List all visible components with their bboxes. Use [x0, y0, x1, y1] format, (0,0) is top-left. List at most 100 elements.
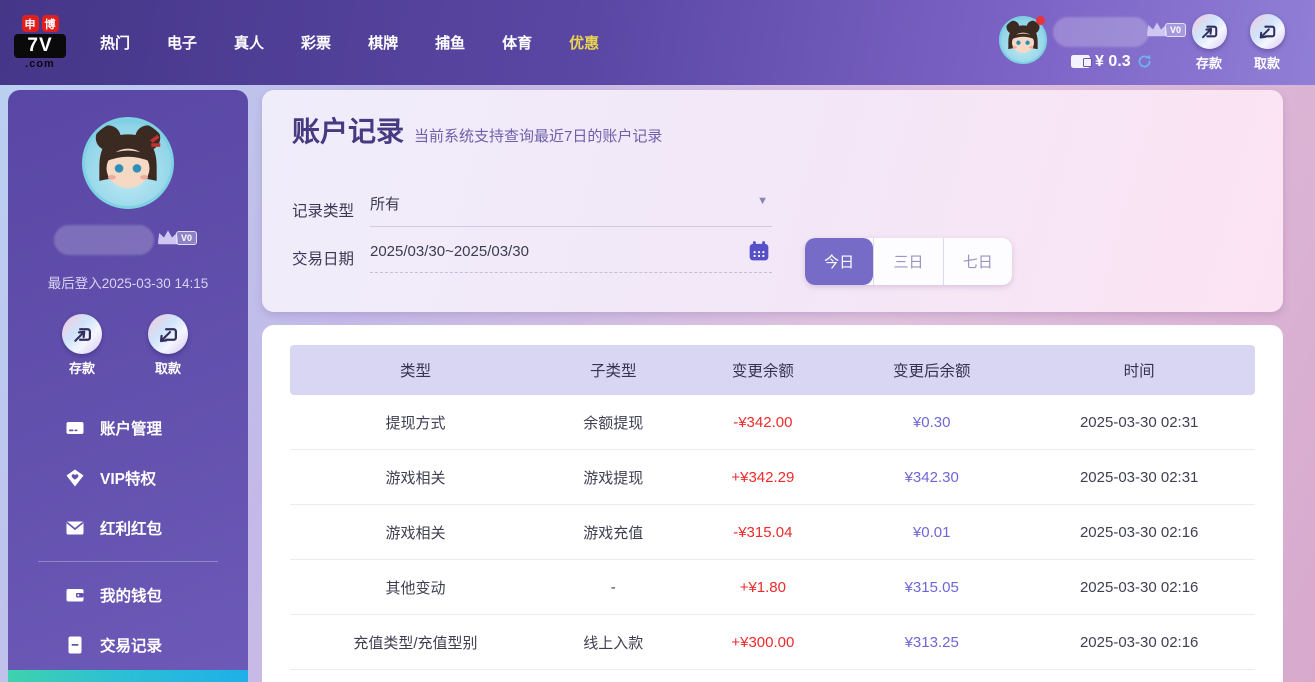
- record-type-value: 所有: [370, 196, 401, 213]
- table-row: 游戏相关 游戏充值 -¥315.04 ¥0.01 2025-03-30 02:1…: [290, 505, 1255, 560]
- withdraw-label: 取款: [1253, 55, 1280, 71]
- column-header-change: 变更余额: [731, 363, 794, 380]
- sidebar-user-info: V0: [8, 223, 248, 263]
- sidebar-avatar[interactable]: [82, 117, 174, 209]
- cell-time: 2025-03-30 02:16: [1079, 523, 1199, 541]
- cell-type: 游戏相关: [385, 469, 446, 487]
- page-header: 账户记录 当前系统支持查询最近7日的账户记录: [262, 90, 1283, 150]
- refresh-icon[interactable]: [1136, 53, 1153, 70]
- sidebar-item-account-management[interactable]: 账户管理: [8, 403, 248, 453]
- date-range-label: 交易日期: [292, 251, 355, 268]
- nav-item-sports[interactable]: 体育: [502, 32, 532, 53]
- record-type-row: 记录类型 所有 ▼: [292, 193, 772, 227]
- table-row: 充值类型/充值型别 线上入款 +¥300.00 ¥313.25 2025-03-…: [290, 615, 1255, 670]
- vip-level: V0: [156, 229, 198, 245]
- sidebar-item-label: 账户管理: [100, 421, 163, 438]
- document-icon: [65, 635, 85, 655]
- sidebar: V0 最后登入2025-03-30 14:15 存款 取款 账户管理 VIP特权…: [8, 90, 248, 682]
- cell-subtype: 游戏提现: [583, 469, 644, 487]
- deposit-button[interactable]: 存款: [1183, 13, 1235, 72]
- cell-type: 提现方式: [385, 414, 446, 432]
- table-header-row: 类型 子类型 变更余额 变更后余额 时间: [290, 345, 1255, 395]
- cell-time: 2025-03-30 02:16: [1079, 578, 1199, 596]
- wallet-icon: [65, 585, 85, 605]
- date-range-row: 交易日期 2025/03/30~2025/03/30: [292, 240, 772, 273]
- sidebar-item-account-records[interactable]: 账户记录: [8, 670, 248, 682]
- cell-after-amount: ¥315.05: [904, 578, 959, 596]
- withdraw-label: 取款: [154, 361, 181, 376]
- deposit-icon: [62, 314, 102, 354]
- table-row: 其他变动 - +¥1.80 ¥315.05 2025-03-30 02:16: [290, 560, 1255, 615]
- table-row: 游戏相关 游戏提现 +¥342.29 ¥342.30 2025-03-30 02…: [290, 450, 1255, 505]
- date-range-input[interactable]: 2025/03/30~2025/03/30: [370, 240, 772, 273]
- nav-item-hot[interactable]: 热门: [100, 32, 130, 53]
- column-header-after: 变更后余额: [892, 363, 971, 380]
- cell-time: 2025-03-30 02:16: [1079, 633, 1199, 651]
- username-blurred: [54, 225, 154, 255]
- balance-row: ¥ 0.3: [1071, 53, 1153, 71]
- sidebar-item-bonus[interactable]: 红利红包: [8, 503, 248, 553]
- last-login-text: 最后登入2025-03-30 14:15: [47, 276, 209, 291]
- withdraw-button[interactable]: 取款: [142, 314, 194, 377]
- wallet-icon: [1071, 55, 1092, 68]
- nav-item-live[interactable]: 真人: [234, 32, 264, 53]
- column-header-time: 时间: [1123, 363, 1155, 380]
- envelope-icon: [65, 518, 85, 538]
- record-type-select[interactable]: 所有 ▼: [370, 193, 772, 227]
- sidebar-item-label: 我的钱包: [100, 588, 163, 605]
- records-table-panel: 类型 子类型 变更余额 变更后余额 时间 提现方式 余额提现 -¥342.00 …: [262, 325, 1283, 682]
- page-title: 账户记录: [292, 116, 405, 147]
- sidebar-quick-actions: 存款 取款: [8, 314, 248, 377]
- sidebar-menu: 账户管理 VIP特权 红利红包 我的钱包 交易记录: [8, 403, 248, 682]
- cell-type: 其他变动: [385, 579, 446, 597]
- avatar-illustration: [95, 125, 161, 189]
- sidebar-item-transaction-records[interactable]: 交易记录: [8, 620, 248, 670]
- cell-subtype: 余额提现: [583, 414, 644, 432]
- sidebar-item-label: 交易记录: [100, 638, 163, 655]
- nav-item-poker[interactable]: 棋牌: [368, 32, 398, 53]
- vip-level: V0: [1145, 21, 1187, 37]
- record-type-label: 记录类型: [292, 203, 355, 220]
- range-button-7days[interactable]: 七日: [942, 238, 1012, 285]
- records-table: 类型 子类型 变更余额 变更后余额 时间 提现方式 余额提现 -¥342.00 …: [290, 345, 1255, 670]
- sidebar-item-wallet[interactable]: 我的钱包: [8, 570, 248, 620]
- user-avatar[interactable]: [999, 15, 1047, 64]
- column-header-subtype: 子类型: [590, 363, 637, 380]
- page-subtitle: 当前系统支持查询最近7日的账户记录: [414, 128, 663, 145]
- nav-item-slots[interactable]: 电子: [167, 32, 197, 53]
- brand-logo[interactable]: 申 博 7V .com: [14, 15, 66, 70]
- brand-badge-2: 博: [41, 15, 59, 32]
- brand-badges: 申 博: [14, 15, 66, 32]
- cell-change-amount: -¥342.00: [733, 413, 793, 431]
- nav-item-lottery[interactable]: 彩票: [301, 32, 331, 53]
- withdraw-icon: [1249, 13, 1285, 49]
- range-button-today[interactable]: 今日: [805, 238, 874, 285]
- deposit-icon: [1191, 13, 1227, 49]
- vip-badge: V0: [176, 231, 198, 245]
- card-icon: [65, 418, 85, 438]
- cell-after-amount: ¥0.30: [912, 413, 951, 431]
- brand-name: 7V: [14, 34, 66, 58]
- date-range-value: 2025/03/30~2025/03/30: [370, 243, 529, 260]
- date-range-quick-buttons: 今日 三日 七日: [805, 238, 1012, 285]
- cell-change-amount: +¥1.80: [739, 578, 786, 596]
- nav-item-promo[interactable]: 优惠: [569, 32, 599, 53]
- deposit-label: 存款: [68, 361, 95, 376]
- cell-time: 2025-03-30 02:31: [1079, 413, 1199, 431]
- cell-type: 充值类型/充值型别: [353, 634, 478, 652]
- calendar-icon[interactable]: [748, 240, 770, 262]
- withdraw-button[interactable]: 取款: [1241, 13, 1293, 72]
- table-row: 提现方式 余额提现 -¥342.00 ¥0.30 2025-03-30 02:3…: [290, 395, 1255, 450]
- cell-subtype: 游戏充值: [583, 524, 644, 542]
- column-header-type: 类型: [399, 363, 431, 380]
- range-button-3days[interactable]: 三日: [873, 238, 942, 285]
- cell-after-amount: ¥342.30: [904, 468, 959, 486]
- cell-type: 游戏相关: [385, 524, 446, 542]
- cell-change-amount: +¥300.00: [731, 633, 795, 651]
- deposit-button[interactable]: 存款: [56, 314, 108, 377]
- sidebar-item-vip[interactable]: VIP特权: [8, 453, 248, 503]
- cell-change-amount: +¥342.29: [731, 468, 795, 486]
- cell-change-amount: -¥315.04: [733, 523, 793, 541]
- nav-item-fishing[interactable]: 捕鱼: [435, 32, 465, 53]
- user-area: V0 ¥ 0.3 存款 取款: [999, 0, 1315, 85]
